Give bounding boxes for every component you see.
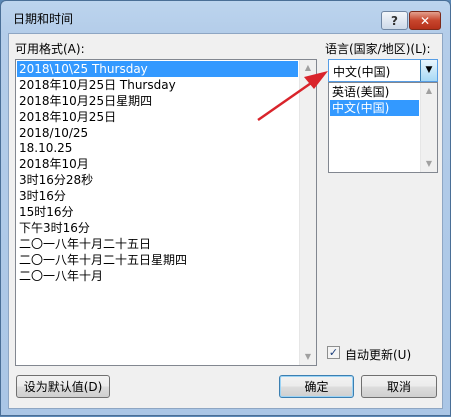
list-item[interactable]: 18.10.25 (17, 140, 298, 156)
list-item[interactable]: 二〇一八年十月二十五日星期四 (17, 252, 298, 268)
close-icon: ✕ (419, 13, 431, 28)
scroll-up-icon[interactable]: ▲ (300, 60, 316, 76)
language-option[interactable]: 英语(美国) (330, 84, 419, 100)
language-label: 语言(国家/地区)(L): (325, 42, 431, 56)
list-item[interactable]: 3时16分28秒 (17, 172, 298, 188)
set-default-button[interactable]: 设为默认值(D) (16, 375, 110, 398)
list-item[interactable]: 二〇一八年十月 (17, 268, 298, 284)
help-button[interactable]: ? (381, 11, 408, 30)
language-options: 英语(美国) 中文(中国) (330, 84, 419, 116)
scroll-down-icon[interactable]: ▼ (300, 349, 316, 365)
dialog-body: 可用格式(A): 2018\10\25 Thursday 2018年10月25日 … (8, 33, 443, 409)
list-item[interactable]: 2018/10/25 (17, 125, 298, 141)
help-icon: ? (391, 13, 398, 28)
scroll-down-icon[interactable]: ▼ (421, 156, 437, 172)
cancel-button[interactable]: 取消 (361, 375, 437, 398)
language-combobox[interactable]: 中文(中国) ▼ (328, 59, 438, 82)
auto-update-label[interactable]: 自动更新(U) (345, 346, 411, 363)
list-item[interactable]: 2018年10月 (17, 156, 298, 172)
formats-listbox[interactable]: 2018\10\25 Thursday 2018年10月25日 Thursday 2… (15, 59, 317, 366)
close-button[interactable]: ✕ (409, 11, 441, 30)
formats-scrollbar[interactable]: ▲ ▼ (299, 60, 316, 365)
formats-items: 2018\10\25 Thursday 2018年10月25日 Thursday 2… (17, 61, 298, 283)
chevron-down-icon[interactable]: ▼ (420, 60, 437, 81)
cancel-label: 取消 (386, 380, 411, 394)
dialog-window: 日期和时间 ? ✕ 可用格式(A): 2018\10\25 Thursday 20… (0, 0, 451, 416)
list-item[interactable]: 2018\10\25 Thursday (17, 61, 298, 77)
language-dropdown-list[interactable]: 英语(美国) 中文(中国) ▲ ▼ (328, 82, 438, 173)
list-item[interactable]: 2018年10月25日 Thursday (17, 77, 298, 93)
list-item[interactable]: 2018年10月25日 (17, 109, 298, 125)
ok-button[interactable]: 确定 (279, 375, 354, 398)
language-scrollbar[interactable]: ▲ ▼ (420, 83, 437, 172)
language-option[interactable]: 中文(中国) (330, 99, 419, 116)
list-item[interactable]: 2018年10月25日星期四 (17, 93, 298, 109)
set-default-label: 设为默认值(D) (23, 380, 103, 394)
list-item[interactable]: 15时16分 (17, 204, 298, 220)
language-selected-value: 中文(中国) (333, 65, 391, 79)
title-bar[interactable]: 日期和时间 ? ✕ (1, 1, 450, 33)
list-item[interactable]: 下午3时16分 (17, 220, 298, 236)
list-item[interactable]: 3时16分 (17, 188, 298, 204)
auto-update-checkbox[interactable]: ✓ (327, 346, 340, 359)
list-item[interactable]: 二〇一八年十月二十五日 (17, 236, 298, 252)
window-title: 日期和时间 (13, 12, 74, 26)
check-icon: ✓ (328, 346, 339, 359)
ok-label: 确定 (304, 380, 329, 394)
formats-label: 可用格式(A): (15, 42, 85, 56)
scroll-up-icon[interactable]: ▲ (421, 83, 437, 99)
